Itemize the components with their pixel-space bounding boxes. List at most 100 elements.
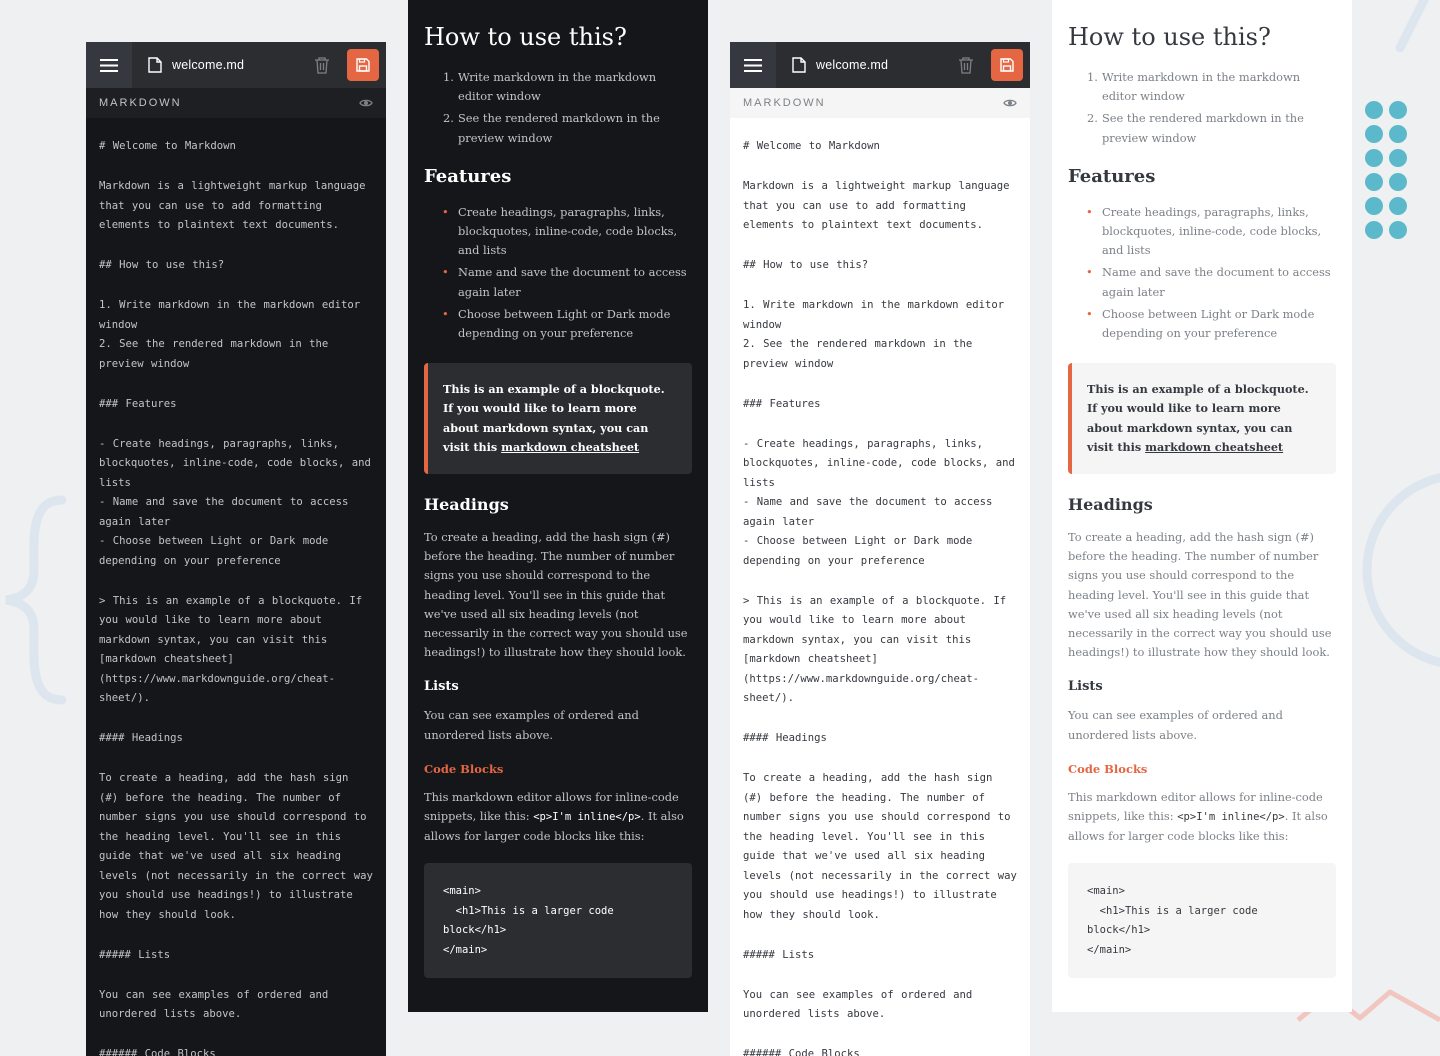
list-number: 1. — [443, 70, 454, 84]
editor-blank-line — [743, 709, 1017, 730]
save-icon — [1000, 58, 1014, 72]
editor-line: #### Headings — [99, 732, 183, 744]
decorative-dots — [1365, 101, 1407, 239]
eye-icon — [359, 99, 373, 107]
save-button[interactable] — [991, 49, 1023, 81]
list-number: 2. — [1087, 111, 1098, 126]
decorative-ring — [1362, 472, 1440, 668]
editor-line: 1. Write markdown in the markdown editor… — [99, 299, 368, 331]
editor-blank-line — [743, 965, 1017, 986]
list-item-text: Name and save the document to access aga… — [1102, 265, 1331, 299]
editor-line: - Create headings, paragraphs, links, bl… — [743, 437, 1023, 489]
unordered-list-item: • Name and save the document to access ag… — [1068, 263, 1336, 301]
trash-icon — [315, 57, 329, 74]
list-item-text: Choose between Light or Dark mode depend… — [458, 306, 671, 341]
cheatsheet-link[interactable]: markdown cheatsheet — [1145, 440, 1283, 454]
editor-line: You can see examples of ordered and unor… — [743, 988, 980, 1021]
list-item-text: See the rendered markdown in the preview… — [1102, 111, 1304, 145]
markdown-editor[interactable]: # Welcome to Markdown Markdown is a light… — [86, 118, 386, 1056]
menu-button[interactable] — [730, 42, 776, 88]
editor-blank-line — [99, 414, 373, 435]
editor-line: You can see examples of ordered and unor… — [99, 988, 336, 1021]
preview-heading-h2: How to use this? — [424, 23, 627, 51]
toggle-preview-button[interactable] — [359, 98, 373, 108]
preview-heading-code-blocks: Code Blocks — [424, 761, 504, 776]
editor-line: ##### Lists — [99, 948, 171, 961]
editor-line: 2. See the rendered markdown in the prev… — [99, 338, 336, 370]
preview-code-paragraph: This markdown editor allows for inline-c… — [424, 788, 692, 847]
preview-panel-dark: How to use this? 1. Write markdown in the… — [408, 0, 708, 1012]
preview-heading-code-blocks: Code Blocks — [1068, 761, 1148, 776]
inline-code: <p>I'm inline</p> — [533, 811, 641, 824]
editor-blank-line — [743, 571, 1017, 592]
decorative-slash — [1395, 0, 1430, 53]
preview-unordered-list: • Create headings, paragraphs, links, blo… — [424, 203, 692, 343]
bullet-icon: • — [442, 265, 449, 280]
eye-icon — [1003, 99, 1017, 107]
ordered-list-item: 1. Write markdown in the markdown editor … — [1068, 68, 1336, 106]
delete-button[interactable] — [958, 56, 974, 74]
preview-heading-lists: Lists — [424, 679, 459, 695]
preview-heading-h2: How to use this? — [1068, 23, 1271, 51]
preview-ordered-list: 1. Write markdown in the markdown editor … — [424, 68, 692, 148]
editor-blank-line — [743, 749, 1017, 770]
preview-heading-features: Features — [1068, 165, 1156, 187]
editor-blank-line — [99, 965, 373, 986]
document-name[interactable]: welcome.md — [172, 58, 244, 72]
delete-button[interactable] — [314, 56, 330, 74]
list-item-text: Create headings, paragraphs, links, bloc… — [1102, 204, 1322, 258]
preview-heading-lists: Lists — [1068, 679, 1103, 695]
preview-ordered-list: 1. Write markdown in the markdown editor … — [1068, 68, 1336, 148]
unordered-list-item: • Choose between Light or Dark mode depen… — [1068, 305, 1336, 343]
editor-line: ### Features — [743, 397, 821, 410]
bullet-icon: • — [442, 306, 449, 321]
editor-line: 2. See the rendered markdown in the prev… — [743, 338, 980, 370]
editor-blank-line — [99, 157, 373, 178]
editor-line: # Welcome to Markdown — [99, 140, 236, 152]
editor-blank-line — [99, 749, 373, 770]
editor-line: ## How to use this? — [99, 259, 225, 271]
document-icon — [148, 57, 162, 73]
trash-icon — [959, 57, 973, 74]
preview-headings-paragraph: To create a heading, add the hash sign (… — [424, 530, 688, 660]
toggle-preview-button[interactable] — [1003, 98, 1017, 108]
ordered-list-item: 2. See the rendered markdown in the previ… — [1068, 109, 1336, 147]
editor-blank-line — [743, 925, 1017, 946]
editor-line: # Welcome to Markdown — [743, 140, 880, 152]
menu-button[interactable] — [86, 42, 132, 88]
unordered-list-item: • Create headings, paragraphs, links, blo… — [1068, 203, 1336, 261]
editor-line: > This is an example of a blockquote. If… — [743, 594, 1014, 705]
editor-panel-light: welcome.md MARKDOWN # Welcome to Markdow… — [730, 42, 1030, 1056]
editor-line: - Name and save the document to access a… — [743, 496, 1000, 528]
list-item-text: Write markdown in the markdown editor wi… — [1102, 70, 1301, 104]
document-icon — [792, 57, 806, 73]
editor-line: - Choose between Light or Dark mode depe… — [743, 535, 980, 567]
list-item-text: Name and save the document to access aga… — [458, 265, 687, 299]
list-number: 1. — [1087, 70, 1098, 84]
editor-blank-line — [743, 414, 1017, 435]
top-bar: welcome.md — [730, 42, 1030, 88]
editor-line: - Choose between Light or Dark mode depe… — [99, 535, 336, 567]
markdown-label: MARKDOWN — [743, 97, 826, 109]
editor-line: ### Features — [99, 397, 177, 410]
editor-blank-line — [743, 276, 1017, 297]
editor-blank-line — [743, 374, 1017, 395]
editor-blank-line — [743, 157, 1017, 178]
markdown-label: MARKDOWN — [99, 97, 182, 109]
bullet-icon: • — [1086, 204, 1093, 219]
editor-line: To create a heading, add the hash sign (… — [99, 772, 381, 921]
save-icon — [356, 58, 370, 72]
preview-code-block: <main> <h1>This is a larger code block</… — [1068, 863, 1336, 979]
unordered-list-item: • Create headings, paragraphs, links, blo… — [424, 203, 692, 261]
preview-heading-headings: Headings — [424, 495, 509, 515]
document-name[interactable]: welcome.md — [816, 58, 888, 72]
preview-panel-light: How to use this? 1. Write markdown in the… — [1052, 0, 1352, 1012]
decorative-curly-brace — [5, 495, 67, 705]
save-button[interactable] — [347, 49, 379, 81]
editor-line: > This is an example of a blockquote. If… — [99, 594, 370, 705]
markdown-editor[interactable]: # Welcome to Markdown Markdown is a light… — [730, 118, 1030, 1056]
list-item-text: See the rendered markdown in the preview… — [458, 111, 660, 145]
cheatsheet-link[interactable]: markdown cheatsheet — [501, 440, 639, 454]
editor-line: ###### Code Blocks — [99, 1048, 216, 1056]
editor-line: Markdown is a lightweight markup languag… — [743, 180, 1017, 231]
